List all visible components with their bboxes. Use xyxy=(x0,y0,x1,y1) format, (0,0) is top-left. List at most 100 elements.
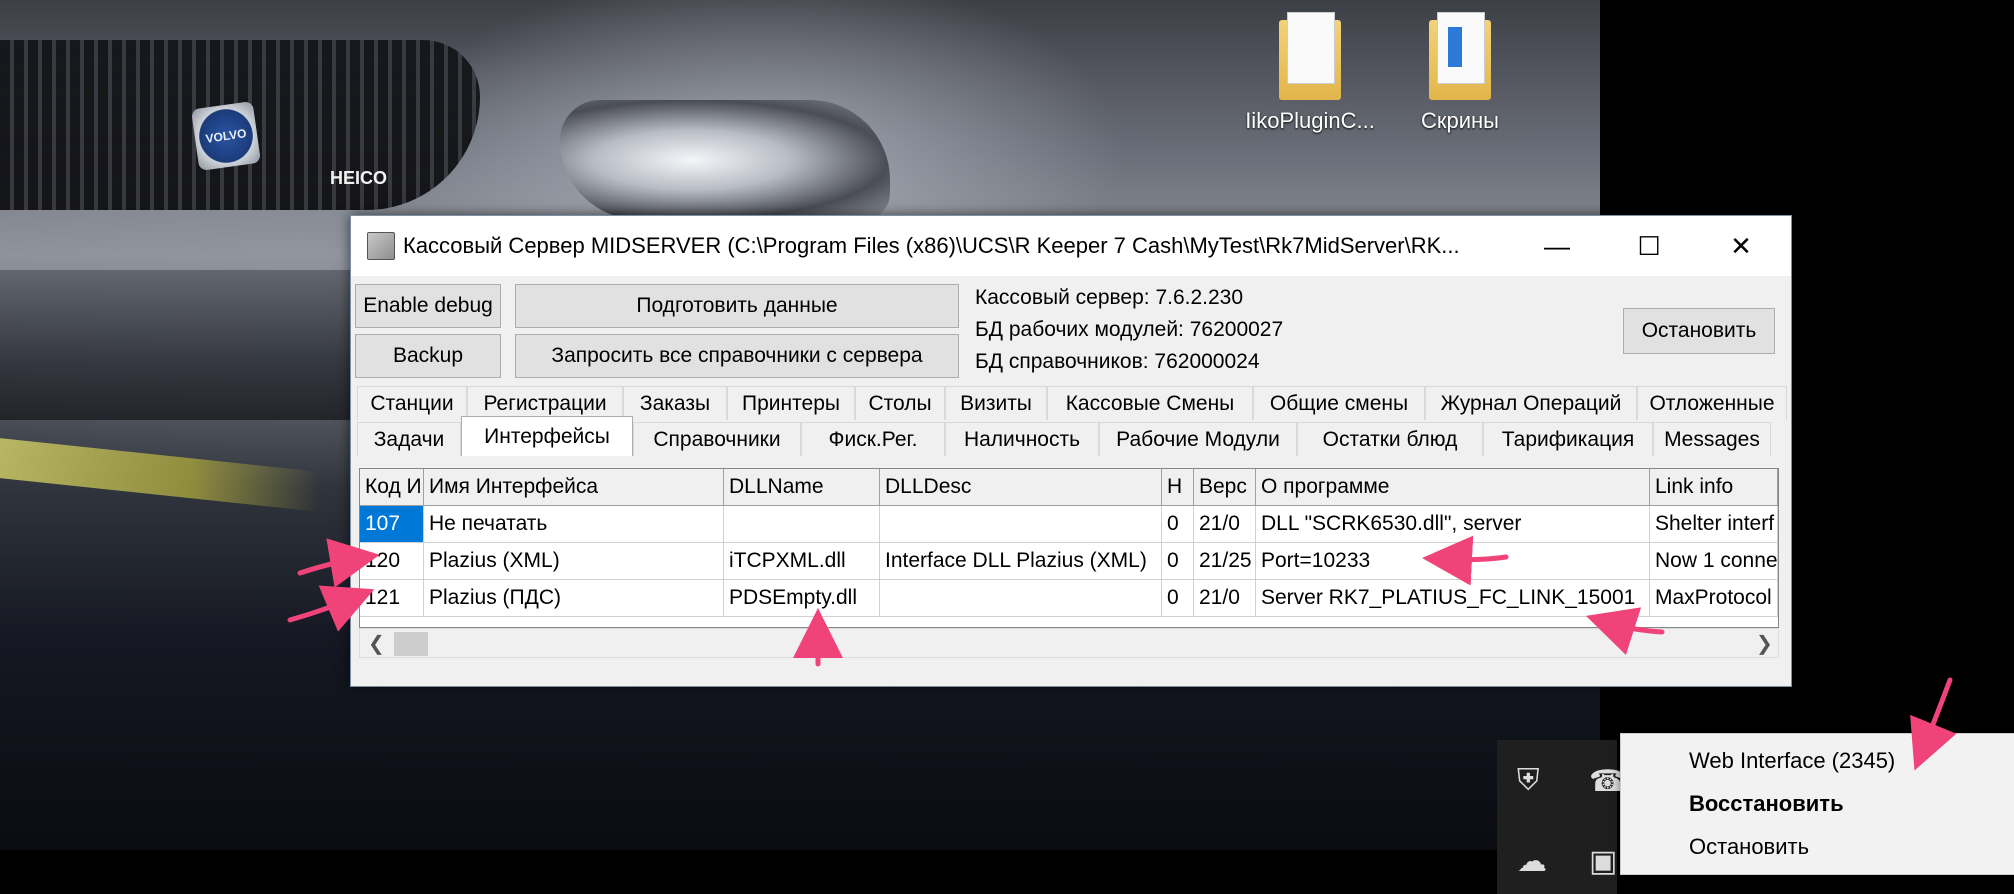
close-icon: ✕ xyxy=(1730,230,1752,261)
table-cell[interactable]: 0 xyxy=(1162,543,1194,579)
table-cell[interactable]: Server RK7_PLATIUS_FC_LINK_15001 xyxy=(1256,580,1650,616)
column-header[interactable]: DLLDesc xyxy=(880,469,1162,505)
table-cell[interactable]: Interface DLL Plazius (XML) xyxy=(880,543,1162,579)
table-cell[interactable]: Plazius (XML) xyxy=(424,543,724,579)
tab-tables[interactable]: Столы xyxy=(855,386,945,420)
tab-tasks[interactable]: Задачи xyxy=(357,422,461,456)
folder-icon xyxy=(1279,12,1341,100)
table-cell[interactable]: Now 1 conne xyxy=(1650,543,1778,579)
tab-interfaces[interactable]: Интерфейсы xyxy=(461,416,633,456)
db-refs-text: БД справочников: 762000024 xyxy=(975,350,1260,373)
tab-fiscal-reg[interactable]: Фиск.Рег. xyxy=(801,422,945,456)
desktop-icon-iikoplugin[interactable]: IikoPluginC... xyxy=(1235,12,1385,134)
tab-cash-shifts[interactable]: Кассовые Смены xyxy=(1047,386,1253,420)
cloud-offline-icon[interactable]: ☁ xyxy=(1517,844,1547,879)
tab-registrations[interactable]: Регистрации xyxy=(467,386,623,420)
table-cell[interactable]: MaxProtocol xyxy=(1650,580,1778,616)
column-header[interactable]: Код И xyxy=(360,469,424,505)
window-title: Кассовый Сервер MIDSERVER (C:\Program Fi… xyxy=(403,233,1460,258)
shield-warning-icon[interactable]: ⛨ xyxy=(1517,764,1540,798)
scroll-right-icon[interactable]: ❯ xyxy=(1756,631,1773,656)
table-cell[interactable]: PDSEmpty.dll xyxy=(724,580,880,616)
title-bar[interactable]: Кассовый Сервер MIDSERVER (C:\Program Fi… xyxy=(351,216,1791,276)
table-cell[interactable]: DLL "SCRK6530.dll", server xyxy=(1256,506,1650,542)
grid-header-row: Код И Имя Интерфейса DLLName DLLDesc Н В… xyxy=(360,469,1778,506)
table-cell[interactable] xyxy=(880,580,1162,616)
tab-row-2: Задачи Интерфейсы Справочники Фиск.Рег. … xyxy=(357,416,1771,456)
wallpaper-road-marking xyxy=(0,438,320,512)
table-cell[interactable]: 21/0 xyxy=(1194,580,1256,616)
column-header[interactable]: DLLName xyxy=(724,469,880,505)
tab-printers[interactable]: Принтеры xyxy=(727,386,855,420)
tab-orders[interactable]: Заказы xyxy=(623,386,727,420)
tab-references[interactable]: Справочники xyxy=(633,422,801,456)
tray-context-menu: Web Interface (2345) Восстановить Остано… xyxy=(1620,733,2014,875)
table-row[interactable]: 121 Plazius (ПДС) PDSEmpty.dll 0 21/0 Se… xyxy=(360,580,1778,617)
column-header[interactable]: О программе xyxy=(1256,469,1650,505)
interfaces-grid[interactable]: Код И Имя Интерфейса DLLName DLLDesc Н В… xyxy=(359,468,1779,628)
request-all-refs-button[interactable]: Запросить все справочники с сервера xyxy=(515,334,959,378)
backup-button[interactable]: Backup xyxy=(355,334,501,378)
scroll-left-icon[interactable]: ❮ xyxy=(368,631,385,656)
table-row[interactable]: 107 Не печатать 0 21/0 DLL "SCRK6530.dll… xyxy=(360,506,1778,543)
table-cell[interactable]: 21/25 xyxy=(1194,543,1256,579)
tray-overflow-panel: ⛨ ☁ ☎ ▣ xyxy=(1497,740,1626,894)
tab-dish-stock[interactable]: Остатки блюд xyxy=(1297,422,1483,456)
app-icon xyxy=(367,232,395,260)
table-cell[interactable]: 120 xyxy=(360,543,424,579)
tab-tariffing[interactable]: Тарификация xyxy=(1483,422,1653,456)
table-cell[interactable]: 107 xyxy=(360,506,424,542)
close-button[interactable]: ✕ xyxy=(1695,216,1787,276)
tab-common-shifts[interactable]: Общие смены xyxy=(1253,386,1425,420)
tab-row-1: Станции Регистрации Заказы Принтеры Стол… xyxy=(357,386,1787,420)
tab-stations[interactable]: Станции xyxy=(357,386,467,420)
minimize-button[interactable]: — xyxy=(1511,216,1603,276)
wallpaper-brand-text: HEICO xyxy=(330,168,388,188)
table-cell[interactable]: 21/0 xyxy=(1194,506,1256,542)
desktop-icon-label: IikoPluginC... xyxy=(1245,108,1375,133)
app-tray-icon[interactable]: ▣ xyxy=(1589,844,1617,879)
table-cell[interactable]: 121 xyxy=(360,580,424,616)
stop-button[interactable]: Остановить xyxy=(1623,308,1775,354)
column-header[interactable]: Верс xyxy=(1194,469,1256,505)
minimize-icon: — xyxy=(1544,230,1570,261)
db-modules-text: БД рабочих модулей: 76200027 xyxy=(975,318,1284,341)
tab-operations-log[interactable]: Журнал Операций xyxy=(1425,386,1637,420)
wallpaper-logo-text: VOLVO xyxy=(204,126,248,146)
column-header[interactable]: Имя Интерфейса xyxy=(424,469,724,505)
table-cell[interactable]: 0 xyxy=(1162,580,1194,616)
desktop-icon-label: Скрины xyxy=(1421,108,1499,133)
cash-server-window: Кассовый Сервер MIDSERVER (C:\Program Fi… xyxy=(350,215,1792,687)
prepare-data-button[interactable]: Подготовить данные xyxy=(515,284,959,328)
table-row[interactable]: 120 Plazius (XML) iTCPXML.dll Interface … xyxy=(360,543,1778,580)
document-icon xyxy=(1437,12,1485,84)
menu-item-stop[interactable]: Остановить xyxy=(1689,834,1809,860)
maximize-icon: ☐ xyxy=(1637,230,1661,261)
table-cell[interactable] xyxy=(724,506,880,542)
menu-item-web-interface[interactable]: Web Interface (2345) xyxy=(1689,748,1895,774)
desktop-icon-screenshots[interactable]: Скрины xyxy=(1385,12,1535,134)
column-header[interactable]: Link info xyxy=(1650,469,1778,505)
wallpaper-headlight xyxy=(560,100,890,220)
scrollbar-thumb[interactable] xyxy=(394,632,428,656)
table-cell[interactable]: 0 xyxy=(1162,506,1194,542)
table-cell[interactable]: Shelter interf xyxy=(1650,506,1778,542)
server-version-text: Кассовый сервер: 7.6.2.230 xyxy=(975,286,1244,309)
tab-deferred[interactable]: Отложенные xyxy=(1637,386,1787,420)
tab-visits[interactable]: Визиты xyxy=(945,386,1047,420)
document-icon xyxy=(1287,12,1335,84)
menu-item-restore[interactable]: Восстановить xyxy=(1689,791,1844,817)
table-cell[interactable]: Не печатать xyxy=(424,506,724,542)
column-header[interactable]: Н xyxy=(1162,469,1194,505)
table-cell[interactable]: iTCPXML.dll xyxy=(724,543,880,579)
table-cell[interactable]: Port=10233 xyxy=(1256,543,1650,579)
tab-work-modules[interactable]: Рабочие Модули xyxy=(1099,422,1297,456)
maximize-button[interactable]: ☐ xyxy=(1603,216,1695,276)
tab-cash[interactable]: Наличность xyxy=(945,422,1099,456)
horizontal-scrollbar[interactable]: ❮ ❯ xyxy=(359,628,1779,658)
table-cell[interactable]: Plazius (ПДС) xyxy=(424,580,724,616)
enable-debug-button[interactable]: Enable debug xyxy=(355,284,501,328)
tab-messages[interactable]: Messages xyxy=(1653,422,1771,456)
table-cell[interactable] xyxy=(880,506,1162,542)
folder-icon xyxy=(1429,12,1491,100)
